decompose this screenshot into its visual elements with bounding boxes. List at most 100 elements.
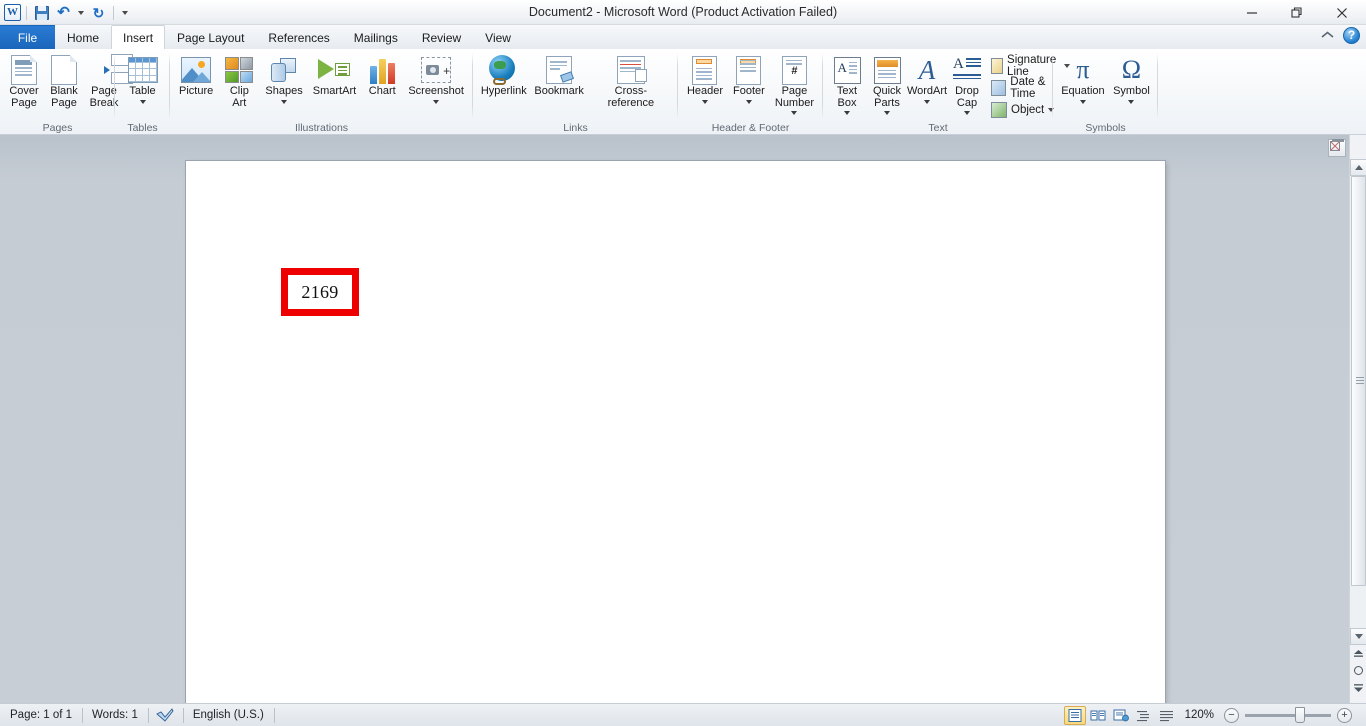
text-box-dropdown-icon[interactable] [844, 111, 850, 115]
zoom-out-button[interactable]: − [1224, 708, 1239, 723]
tab-file[interactable]: File [0, 25, 55, 49]
drop-cap-button[interactable]: A Drop Cap [947, 51, 987, 116]
smartart-button[interactable]: SmartArt [309, 51, 360, 99]
view-full-screen-reading-button[interactable] [1087, 706, 1109, 725]
zoom-slider-thumb[interactable] [1295, 707, 1305, 723]
scroll-down-button[interactable] [1350, 628, 1366, 645]
maximize-button[interactable] [1274, 0, 1319, 25]
zoom-level-label[interactable]: 120% [1179, 709, 1224, 721]
group-label-tables: Tables [119, 121, 166, 135]
footer-button[interactable]: Footer [729, 51, 769, 105]
footer-label: Footer [733, 86, 765, 98]
help-icon[interactable]: ? [1343, 27, 1360, 44]
language-indicator[interactable]: English (U.S.) [183, 704, 274, 726]
text-shape-2169[interactable]: 2169 [281, 268, 359, 316]
clip-art-button[interactable]: Clip Art [219, 51, 259, 110]
tab-mailings[interactable]: Mailings [342, 25, 410, 49]
cover-page-label: Cover Page [9, 86, 38, 109]
tab-page-layout[interactable]: Page Layout [165, 25, 256, 49]
next-page-icon[interactable] [1350, 679, 1366, 696]
shapes-dropdown-icon[interactable] [281, 100, 287, 104]
header-dropdown-icon[interactable] [702, 100, 708, 104]
ribbon-insert: Cover Page Blank Page Page Break [0, 49, 1366, 135]
ribbon-groups: Cover Page Blank Page Page Break [0, 49, 1158, 135]
chart-button[interactable]: Chart [362, 51, 402, 99]
scrollbar-track[interactable] [1350, 176, 1366, 628]
group-label-symbols: Symbols [1057, 121, 1154, 135]
ribbon-group-text: A Text Box Quick Parts A WordArt [823, 49, 1053, 135]
text-box-button[interactable]: A Text Box [827, 51, 867, 116]
scrollbar-thumb[interactable] [1351, 176, 1366, 586]
previous-page-icon[interactable] [1350, 645, 1366, 662]
picture-label: Picture [179, 86, 213, 98]
cross-reference-button[interactable]: Cross-reference [588, 51, 674, 110]
hyperlink-button[interactable]: Hyperlink [477, 51, 531, 99]
close-button[interactable] [1319, 0, 1364, 25]
page-number-dropdown-icon[interactable] [791, 111, 797, 115]
ribbon-tab-bar: File Home Insert Page Layout References … [0, 25, 1366, 49]
view-outline-button[interactable] [1133, 706, 1155, 725]
view-web-layout-button[interactable] [1110, 706, 1132, 725]
header-label: Header [687, 86, 723, 98]
bookmark-button[interactable]: Bookmark [531, 51, 588, 99]
shapes-button[interactable]: Shapes [261, 51, 306, 105]
table-button[interactable]: Table [123, 51, 163, 105]
wordart-label: WordArt [907, 86, 947, 98]
header-button[interactable]: Header [683, 51, 727, 105]
view-draft-button[interactable] [1156, 706, 1178, 725]
text-box-label: Text Box [837, 86, 857, 109]
group-label-text: Text [827, 121, 1049, 135]
equation-label: Equation [1061, 86, 1104, 98]
word-count[interactable]: Words: 1 [82, 704, 148, 726]
shape-text: 2169 [301, 282, 338, 303]
screenshot-label: Screenshot [408, 86, 464, 98]
equation-button[interactable]: π Equation [1057, 51, 1108, 105]
document-canvas[interactable]: 2169 [0, 135, 1366, 703]
quick-parts-button[interactable]: Quick Parts [867, 51, 907, 116]
window-title: Document2 - Microsoft Word (Product Acti… [0, 0, 1366, 25]
omega-icon: Ω [1122, 56, 1141, 84]
table-label: Table [129, 86, 155, 98]
zoom-slider-control[interactable]: − + [1224, 708, 1360, 723]
picture-button[interactable]: Picture [175, 51, 217, 99]
tab-insert[interactable]: Insert [111, 25, 165, 49]
wordart-dropdown-icon[interactable] [924, 100, 930, 104]
symbol-button[interactable]: Ω Symbol [1109, 51, 1154, 105]
footer-dropdown-icon[interactable] [746, 100, 752, 104]
tab-view[interactable]: View [473, 25, 523, 49]
hyperlink-label: Hyperlink [481, 86, 527, 98]
proofing-errors-icon[interactable] [148, 704, 183, 726]
blank-page-button[interactable]: Blank Page [44, 51, 84, 110]
symbol-dropdown-icon[interactable] [1128, 100, 1134, 104]
zoom-in-button[interactable]: + [1337, 708, 1352, 723]
quick-parts-label: Quick Parts [873, 86, 901, 109]
vertical-scrollbar[interactable] [1349, 135, 1366, 703]
table-dropdown-icon[interactable] [140, 100, 146, 104]
ribbon-group-illustrations: Picture Clip Art Shapes [170, 49, 473, 135]
screenshot-dropdown-icon[interactable] [433, 100, 439, 104]
collapse-ribbon-icon[interactable] [1319, 28, 1335, 44]
quick-parts-dropdown-icon[interactable] [884, 111, 890, 115]
tab-home[interactable]: Home [55, 25, 111, 49]
drop-cap-dropdown-icon[interactable] [964, 111, 970, 115]
status-bar-right: 120% − + [1064, 706, 1366, 725]
scroll-up-button[interactable] [1350, 159, 1366, 176]
document-page[interactable]: 2169 [186, 161, 1165, 703]
zoom-slider-track[interactable] [1245, 714, 1331, 717]
screenshot-button[interactable]: + Screenshot [404, 51, 468, 105]
page-number-button[interactable]: # Page Number [771, 51, 818, 116]
status-bar: Page: 1 of 1 Words: 1 English (U.S.) [0, 703, 1366, 726]
pi-icon: π [1076, 56, 1089, 84]
minimize-button[interactable] [1229, 0, 1274, 25]
blank-page-label: Blank Page [50, 86, 78, 109]
cover-page-button[interactable]: Cover Page [4, 51, 44, 110]
equation-dropdown-icon[interactable] [1080, 100, 1086, 104]
page-indicator[interactable]: Page: 1 of 1 [0, 704, 82, 726]
tab-references[interactable]: References [256, 25, 341, 49]
view-print-layout-button[interactable] [1064, 706, 1086, 725]
tab-review[interactable]: Review [410, 25, 473, 49]
chart-label: Chart [369, 86, 396, 98]
scrollbar-grip [1356, 377, 1364, 385]
wordart-button[interactable]: A WordArt [907, 51, 947, 105]
select-browse-object-icon[interactable] [1350, 662, 1366, 679]
